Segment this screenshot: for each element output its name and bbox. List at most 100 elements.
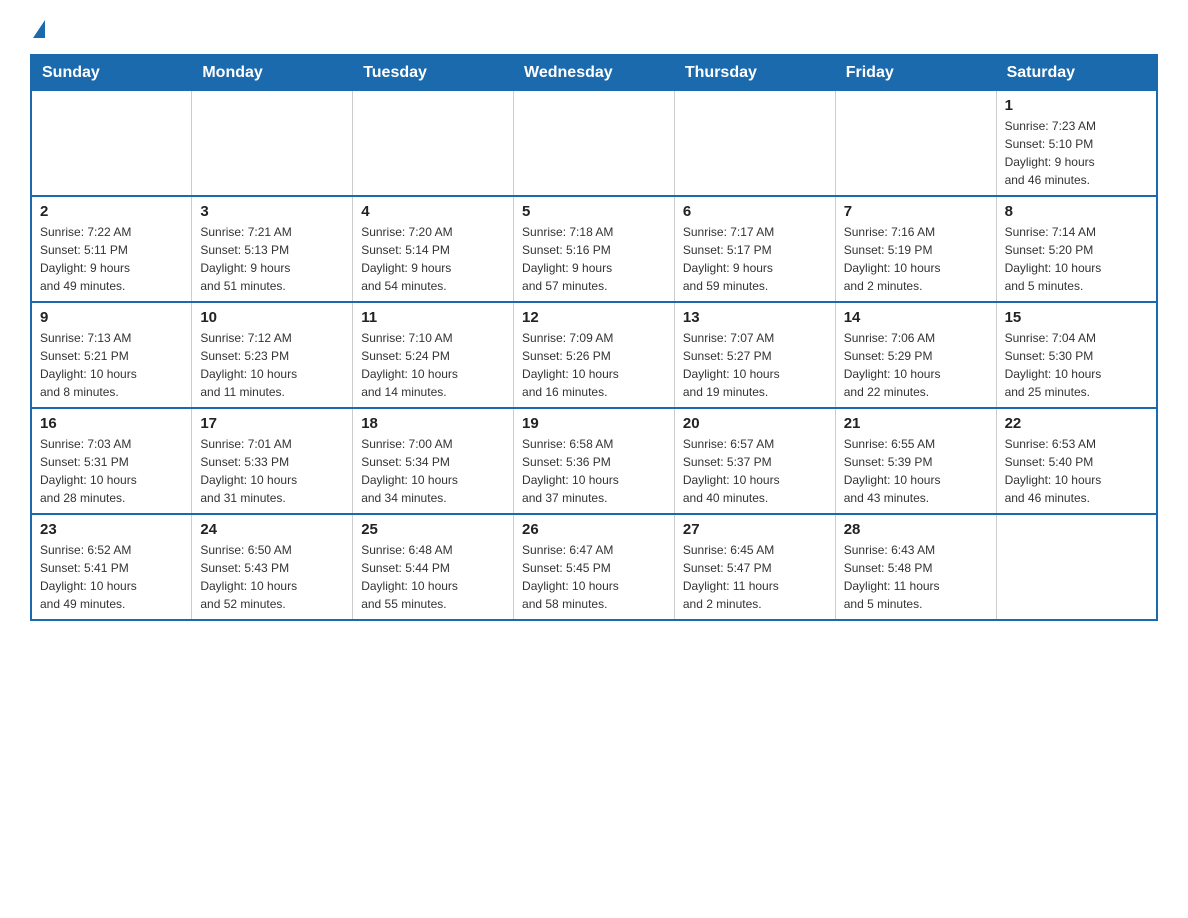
calendar-cell	[31, 91, 192, 197]
calendar-cell: 11 Sunrise: 7:10 AM Sunset: 5:24 PM Dayli…	[353, 302, 514, 408]
day-info-text: Sunrise: 7:03 AM Sunset: 5:31 PM Dayligh…	[40, 435, 183, 507]
calendar-week-5: 23 Sunrise: 6:52 AM Sunset: 5:41 PM Dayli…	[31, 514, 1157, 620]
calendar-cell	[353, 91, 514, 197]
calendar-table: SundayMondayTuesdayWednesdayThursdayFrid…	[30, 54, 1158, 621]
calendar-cell	[192, 91, 353, 197]
calendar-header-row: SundayMondayTuesdayWednesdayThursdayFrid…	[31, 55, 1157, 91]
calendar-cell: 14 Sunrise: 7:06 AM Sunset: 5:29 PM Dayli…	[835, 302, 996, 408]
day-info-text: Sunrise: 7:09 AM Sunset: 5:26 PM Dayligh…	[522, 329, 666, 401]
calendar-cell: 15Sunrise: 7:04 AM Sunset: 5:30 PM Dayli…	[996, 302, 1157, 408]
day-number: 27	[683, 521, 827, 538]
calendar-cell: 4 Sunrise: 7:20 AM Sunset: 5:14 PM Daylig…	[353, 196, 514, 302]
day-info-text: Sunrise: 7:13 AM Sunset: 5:21 PM Dayligh…	[40, 329, 183, 401]
day-number: 9	[40, 309, 183, 326]
day-number: 20	[683, 415, 827, 432]
calendar-cell	[835, 91, 996, 197]
calendar-cell: 23 Sunrise: 6:52 AM Sunset: 5:41 PM Dayli…	[31, 514, 192, 620]
day-number: 13	[683, 309, 827, 326]
calendar-week-2: 2 Sunrise: 7:22 AM Sunset: 5:11 PM Daylig…	[31, 196, 1157, 302]
day-info-text: Sunrise: 7:12 AM Sunset: 5:23 PM Dayligh…	[200, 329, 344, 401]
day-info-text: Sunrise: 7:22 AM Sunset: 5:11 PM Dayligh…	[40, 223, 183, 295]
calendar-cell: 20 Sunrise: 6:57 AM Sunset: 5:37 PM Dayli…	[674, 408, 835, 514]
day-info-text: Sunrise: 7:01 AM Sunset: 5:33 PM Dayligh…	[200, 435, 344, 507]
day-info-text: Sunrise: 6:55 AM Sunset: 5:39 PM Dayligh…	[844, 435, 988, 507]
day-info-text: Sunrise: 7:18 AM Sunset: 5:16 PM Dayligh…	[522, 223, 666, 295]
calendar-cell: 13 Sunrise: 7:07 AM Sunset: 5:27 PM Dayli…	[674, 302, 835, 408]
calendar-cell: 1 Sunrise: 7:23 AM Sunset: 5:10 PM Daylig…	[996, 91, 1157, 197]
calendar-cell: 28 Sunrise: 6:43 AM Sunset: 5:48 PM Dayli…	[835, 514, 996, 620]
day-info-text: Sunrise: 7:10 AM Sunset: 5:24 PM Dayligh…	[361, 329, 505, 401]
day-number: 25	[361, 521, 505, 538]
day-header-thursday: Thursday	[674, 55, 835, 91]
calendar-cell: 19 Sunrise: 6:58 AM Sunset: 5:36 PM Dayli…	[514, 408, 675, 514]
calendar-cell: 3 Sunrise: 7:21 AM Sunset: 5:13 PM Daylig…	[192, 196, 353, 302]
day-info-text: Sunrise: 7:23 AM Sunset: 5:10 PM Dayligh…	[1005, 117, 1148, 189]
day-info-text: Sunrise: 7:20 AM Sunset: 5:14 PM Dayligh…	[361, 223, 505, 295]
day-number: 8	[1005, 203, 1148, 220]
day-number: 18	[361, 415, 505, 432]
day-info-text: Sunrise: 7:00 AM Sunset: 5:34 PM Dayligh…	[361, 435, 505, 507]
day-number: 24	[200, 521, 344, 538]
day-header-monday: Monday	[192, 55, 353, 91]
calendar-cell: 8 Sunrise: 7:14 AM Sunset: 5:20 PM Daylig…	[996, 196, 1157, 302]
day-number: 14	[844, 309, 988, 326]
calendar-cell: 5 Sunrise: 7:18 AM Sunset: 5:16 PM Daylig…	[514, 196, 675, 302]
calendar-cell: 9 Sunrise: 7:13 AM Sunset: 5:21 PM Daylig…	[31, 302, 192, 408]
page-header	[30, 20, 1158, 34]
day-number: 1	[1005, 97, 1148, 114]
day-info-text: Sunrise: 7:04 AM Sunset: 5:30 PM Dayligh…	[1005, 329, 1148, 401]
day-info-text: Sunrise: 7:16 AM Sunset: 5:19 PM Dayligh…	[844, 223, 988, 295]
day-info-text: Sunrise: 6:48 AM Sunset: 5:44 PM Dayligh…	[361, 541, 505, 613]
day-number: 12	[522, 309, 666, 326]
calendar-cell: 6 Sunrise: 7:17 AM Sunset: 5:17 PM Daylig…	[674, 196, 835, 302]
day-number: 7	[844, 203, 988, 220]
calendar-cell: 26 Sunrise: 6:47 AM Sunset: 5:45 PM Dayli…	[514, 514, 675, 620]
day-number: 11	[361, 309, 505, 326]
day-info-text: Sunrise: 6:52 AM Sunset: 5:41 PM Dayligh…	[40, 541, 183, 613]
calendar-cell: 18 Sunrise: 7:00 AM Sunset: 5:34 PM Dayli…	[353, 408, 514, 514]
day-info-text: Sunrise: 7:07 AM Sunset: 5:27 PM Dayligh…	[683, 329, 827, 401]
day-number: 4	[361, 203, 505, 220]
day-number: 21	[844, 415, 988, 432]
calendar-cell: 24Sunrise: 6:50 AM Sunset: 5:43 PM Dayli…	[192, 514, 353, 620]
day-info-text: Sunrise: 6:57 AM Sunset: 5:37 PM Dayligh…	[683, 435, 827, 507]
day-header-saturday: Saturday	[996, 55, 1157, 91]
day-info-text: Sunrise: 7:17 AM Sunset: 5:17 PM Dayligh…	[683, 223, 827, 295]
day-number: 2	[40, 203, 183, 220]
calendar-cell: 7 Sunrise: 7:16 AM Sunset: 5:19 PM Daylig…	[835, 196, 996, 302]
day-number: 10	[200, 309, 344, 326]
day-info-text: Sunrise: 6:47 AM Sunset: 5:45 PM Dayligh…	[522, 541, 666, 613]
calendar-cell: 12 Sunrise: 7:09 AM Sunset: 5:26 PM Dayli…	[514, 302, 675, 408]
day-number: 22	[1005, 415, 1148, 432]
day-number: 23	[40, 521, 183, 538]
day-info-text: Sunrise: 7:21 AM Sunset: 5:13 PM Dayligh…	[200, 223, 344, 295]
logo	[30, 20, 45, 34]
calendar-cell: 21 Sunrise: 6:55 AM Sunset: 5:39 PM Dayli…	[835, 408, 996, 514]
day-number: 3	[200, 203, 344, 220]
day-number: 26	[522, 521, 666, 538]
day-info-text: Sunrise: 6:58 AM Sunset: 5:36 PM Dayligh…	[522, 435, 666, 507]
day-number: 19	[522, 415, 666, 432]
calendar-cell: 17Sunrise: 7:01 AM Sunset: 5:33 PM Dayli…	[192, 408, 353, 514]
day-number: 6	[683, 203, 827, 220]
calendar-cell: 22 Sunrise: 6:53 AM Sunset: 5:40 PM Dayli…	[996, 408, 1157, 514]
day-info-text: Sunrise: 7:14 AM Sunset: 5:20 PM Dayligh…	[1005, 223, 1148, 295]
day-header-sunday: Sunday	[31, 55, 192, 91]
calendar-week-4: 16 Sunrise: 7:03 AM Sunset: 5:31 PM Dayli…	[31, 408, 1157, 514]
day-info-text: Sunrise: 6:53 AM Sunset: 5:40 PM Dayligh…	[1005, 435, 1148, 507]
day-number: 16	[40, 415, 183, 432]
day-info-text: Sunrise: 7:06 AM Sunset: 5:29 PM Dayligh…	[844, 329, 988, 401]
calendar-cell: 10 Sunrise: 7:12 AM Sunset: 5:23 PM Dayli…	[192, 302, 353, 408]
day-info-text: Sunrise: 6:43 AM Sunset: 5:48 PM Dayligh…	[844, 541, 988, 613]
day-header-wednesday: Wednesday	[514, 55, 675, 91]
calendar-cell	[514, 91, 675, 197]
calendar-week-1: 1 Sunrise: 7:23 AM Sunset: 5:10 PM Daylig…	[31, 91, 1157, 197]
day-header-tuesday: Tuesday	[353, 55, 514, 91]
day-number: 5	[522, 203, 666, 220]
day-number: 28	[844, 521, 988, 538]
logo-top	[30, 20, 45, 38]
calendar-cell: 16 Sunrise: 7:03 AM Sunset: 5:31 PM Dayli…	[31, 408, 192, 514]
calendar-cell	[674, 91, 835, 197]
calendar-cell: 2 Sunrise: 7:22 AM Sunset: 5:11 PM Daylig…	[31, 196, 192, 302]
calendar-cell: 27Sunrise: 6:45 AM Sunset: 5:47 PM Dayli…	[674, 514, 835, 620]
